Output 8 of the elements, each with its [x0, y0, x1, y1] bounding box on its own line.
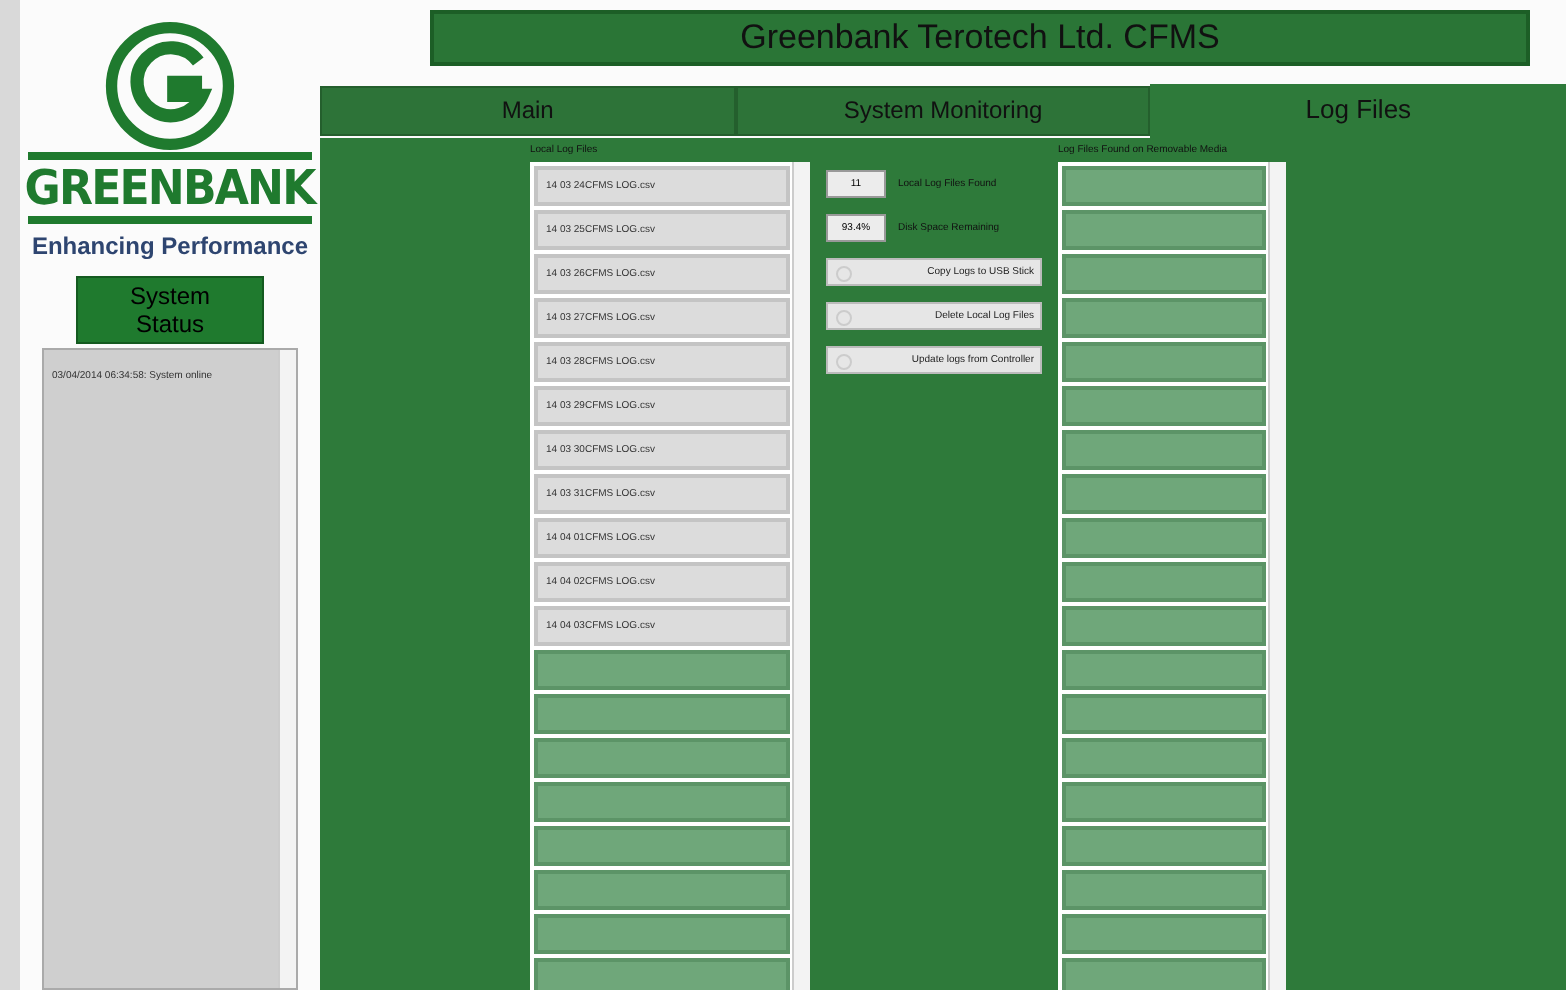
scrollbar[interactable] [792, 162, 810, 990]
brand-name: GREENBANK [25, 160, 315, 216]
tab[interactable]: Log Files [1150, 84, 1566, 138]
window-title: Greenbank Terotech Ltd. CFMS [430, 10, 1530, 66]
system-status-title: System Status [76, 276, 264, 344]
scrollbar[interactable] [1268, 162, 1286, 990]
tagline: Enhancing Performance [31, 232, 309, 260]
scrollbar[interactable] [278, 350, 296, 988]
